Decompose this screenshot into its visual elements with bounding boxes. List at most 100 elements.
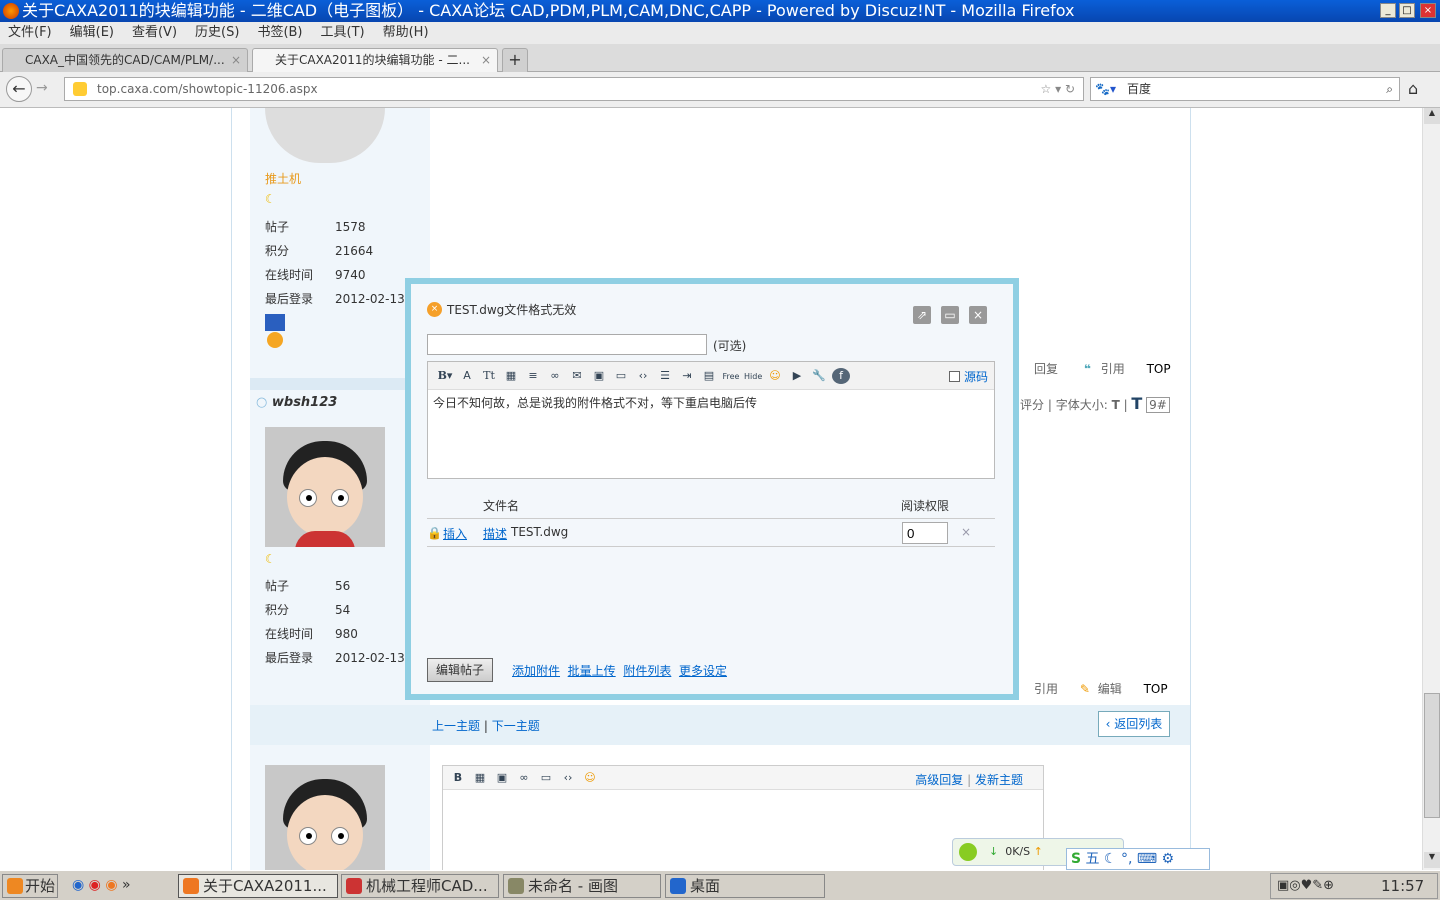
avatar[interactable] (265, 427, 385, 547)
menu-history[interactable]: 历史(S) (195, 25, 239, 40)
bookmark-star-icon[interactable]: ☆ ▾ ↻ (1041, 78, 1075, 100)
rate-link[interactable]: 评分 (1020, 398, 1044, 412)
back-button[interactable]: ← (6, 76, 32, 102)
username[interactable]: 推土机 (265, 170, 301, 187)
reply-link[interactable]: 回复 (1034, 362, 1058, 376)
editor-content[interactable]: 今日不知何故，总是说我的附件格式不对，等下重启电脑后传 (428, 390, 994, 415)
code-button[interactable]: ‹› (559, 770, 577, 786)
attachment-list-link[interactable]: 附件列表 (623, 664, 671, 678)
tray-icons[interactable]: ▣◎♥✎⊕ (1277, 874, 1334, 898)
insert-attachment-link[interactable]: 插入 (443, 525, 467, 542)
url-bar[interactable]: top.caxa.com/showtopic-11206.aspx ☆ ▾ ↻ (64, 77, 1084, 101)
forward-button[interactable]: → (36, 80, 48, 96)
source-toggle[interactable]: 源码 (949, 368, 988, 385)
hide-tag-icon[interactable]: Hide (744, 369, 762, 385)
font-color-icon[interactable]: A (458, 368, 476, 384)
ordered-list-icon[interactable]: ☰ (656, 368, 674, 384)
advanced-reply-link[interactable]: 高级回复 (915, 773, 963, 787)
ie-icon[interactable]: ◉ (72, 877, 84, 893)
wrench-icon[interactable]: 🔧 (810, 368, 828, 384)
bold-button[interactable]: B▾ (436, 368, 454, 384)
start-button[interactable]: 开始 (2, 874, 58, 898)
ime-mode[interactable]: 五 (1086, 851, 1100, 867)
submit-edit-button[interactable]: 编辑帖子 (427, 658, 493, 682)
color-button[interactable]: ▦ (471, 770, 489, 786)
home-icon[interactable]: ⌂ (1408, 79, 1418, 98)
close-dialog-button[interactable]: × (969, 306, 987, 324)
bold-button[interactable]: B (449, 770, 467, 786)
new-tab-button[interactable]: + (502, 48, 528, 72)
scroll-down-arrow[interactable]: ▼ (1424, 852, 1440, 868)
minimize-button[interactable]: _ (1380, 3, 1396, 18)
close-tab-icon[interactable]: × (231, 49, 241, 71)
quote-button[interactable]: ▭ (537, 770, 555, 786)
ime-toolbar[interactable]: S 五 ☾ °, ⌨ ⚙ (1066, 848, 1210, 870)
menu-bookmarks[interactable]: 书签(B) (257, 25, 302, 40)
username[interactable]: ○ wbsh123 (256, 395, 337, 410)
tab-caxa-home[interactable]: CAXA_中国领先的CAD/CAM/PLM/... × (2, 48, 248, 72)
prev-topic-link[interactable]: 上一主题 (432, 719, 480, 733)
search-bar[interactable]: 🐾▾ 百度 ⌕ (1090, 77, 1400, 101)
font-size-icon[interactable]: Tt (480, 368, 498, 384)
top-link[interactable]: TOP (1144, 682, 1168, 696)
popout-button[interactable]: ⇗ (913, 306, 931, 324)
menu-tools[interactable]: 工具(T) (321, 25, 365, 40)
back-to-list-button[interactable]: ‹ 返回列表 (1098, 711, 1170, 737)
app-icon[interactable]: ◉ (89, 877, 101, 893)
search-icon[interactable]: ⌕ (1386, 78, 1393, 100)
indent-icon[interactable]: ⇥ (678, 368, 696, 384)
link-button[interactable]: ∞ (515, 770, 533, 786)
add-attachment-link[interactable]: 添加附件 (512, 664, 560, 678)
quote-link[interactable]: 引用 (1101, 362, 1125, 376)
remove-attachment-button[interactable]: × (961, 525, 971, 539)
menu-view[interactable]: 查看(V) (132, 25, 177, 40)
menu-edit[interactable]: 编辑(E) (70, 25, 114, 40)
close-button[interactable]: × (1420, 3, 1436, 18)
firefox-icon[interactable]: ◉ (105, 877, 117, 893)
media-icon[interactable]: ▶ (788, 368, 806, 384)
align-icon[interactable]: ≡ (524, 368, 542, 384)
scroll-thumb[interactable] (1424, 693, 1440, 818)
maximize-dialog-button[interactable]: ▭ (941, 306, 959, 324)
flash-icon[interactable]: f (832, 368, 850, 384)
floor-number[interactable]: 9# (1146, 397, 1170, 413)
email-icon[interactable]: ✉ (568, 368, 586, 384)
read-permission-input[interactable] (902, 522, 948, 544)
source-checkbox[interactable] (949, 371, 961, 382)
next-topic-link[interactable]: 下一主题 (492, 719, 540, 733)
new-topic-link[interactable]: 发新主题 (975, 773, 1023, 787)
link-icon[interactable]: ∞ (546, 368, 564, 384)
color-grid-icon[interactable]: ▦ (502, 368, 520, 384)
smiley-button[interactable]: ☺ (581, 770, 599, 786)
menu-file[interactable]: 文件(F) (8, 25, 52, 40)
font-small-button[interactable]: T (1112, 398, 1120, 412)
task-firefox[interactable]: 关于CAXA2011... (178, 874, 338, 898)
more-settings-link[interactable]: 更多设定 (679, 664, 727, 678)
code-icon[interactable]: ‹› (634, 368, 652, 384)
menu-help[interactable]: 帮助(H) (383, 25, 429, 40)
image-button[interactable]: ▣ (493, 770, 511, 786)
moon-rank-icon: ☾ (265, 192, 276, 206)
batch-upload-link[interactable]: 批量上传 (568, 664, 616, 678)
quote-icon[interactable]: ▭ (612, 368, 630, 384)
quote-link[interactable]: 引用 (1034, 682, 1058, 696)
smiley-icon[interactable]: ☺ (766, 368, 784, 384)
task-cad[interactable]: 机械工程师CAD... (341, 874, 499, 898)
top-link[interactable]: TOP (1147, 362, 1171, 376)
table-icon[interactable]: ▤ (700, 368, 718, 384)
font-large-button[interactable]: T (1131, 394, 1142, 413)
post-title-input[interactable] (427, 334, 707, 355)
tab-current-topic[interactable]: 关于CAXA2011的块编辑功能 - 二... × (252, 48, 498, 72)
describe-attachment-link[interactable]: 描述 (483, 525, 507, 542)
free-tag-icon[interactable]: Free (722, 369, 740, 385)
image-icon[interactable]: ▣ (590, 368, 608, 384)
close-tab-icon[interactable]: × (481, 49, 491, 71)
task-desktop[interactable]: 桌面 (665, 874, 825, 898)
edit-link[interactable]: 编辑 (1098, 682, 1122, 696)
task-paint[interactable]: 未命名 - 画图 (503, 874, 661, 898)
scroll-up-arrow[interactable]: ▲ (1424, 108, 1440, 124)
more-quicklaunch[interactable]: » (122, 877, 131, 893)
maximize-button[interactable]: □ (1399, 3, 1415, 18)
vertical-scrollbar[interactable]: ▲ ▼ (1422, 108, 1440, 870)
avatar[interactable] (265, 108, 385, 163)
